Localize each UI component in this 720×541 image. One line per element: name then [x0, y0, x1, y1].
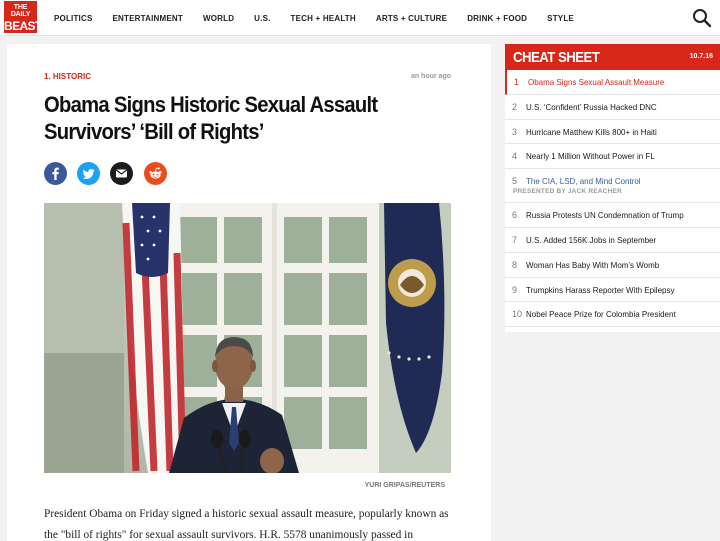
- item-headline: Woman Has Baby With Mom’s Womb: [526, 259, 660, 270]
- item-number: 9: [512, 284, 518, 295]
- cheat-sheet-item[interactable]: 7 U.S. Added 156K Jobs in September: [505, 228, 720, 253]
- item-headline: Hurricane Matthew Kills 800+ in Haiti: [526, 126, 657, 137]
- nav-item-us[interactable]: U.S.: [254, 14, 270, 23]
- item-number: 3: [512, 126, 518, 137]
- cheat-sheet-header[interactable]: CHEAT SHEET 10.7.16: [505, 44, 720, 70]
- search-icon[interactable]: [692, 8, 712, 28]
- item-headline: Russia Protests UN Condemnation of Trump: [526, 210, 684, 221]
- cheat-sheet-item[interactable]: 9 Trumpkins Harass Reporter With Epileps…: [505, 278, 720, 303]
- cheat-sheet-item[interactable]: 3 Hurricane Matthew Kills 800+ in Haiti: [505, 120, 720, 145]
- item-number: 10: [512, 309, 523, 320]
- nav-item-style[interactable]: STYLE: [547, 14, 574, 23]
- nav-item-drink-food[interactable]: DRINK + FOOD: [467, 14, 527, 23]
- item-number: 6: [512, 210, 518, 221]
- cheat-sheet-list: 1 Obama Signs Sexual Assault Measure 2 U…: [505, 70, 720, 328]
- cheat-sheet-title: CHEAT SHEET: [513, 49, 600, 66]
- article-card: 1. HISTORIC an hour ago Obama Signs Hist…: [7, 44, 491, 541]
- facebook-icon: [52, 167, 59, 180]
- twitter-share-button[interactable]: [77, 162, 100, 185]
- cheat-sheet-item[interactable]: 6 Russia Protests UN Condemnation of Tru…: [505, 203, 720, 228]
- item-number: 2: [512, 101, 518, 112]
- item-number: 8: [512, 259, 518, 270]
- twitter-icon: [82, 169, 95, 179]
- item-number: 4: [512, 151, 518, 162]
- article-headline: Obama Signs Historic Sexual Assault Surv…: [44, 92, 378, 144]
- email-share-button[interactable]: [110, 162, 133, 185]
- item-headline: The CIA, LSD, and Mind Control: [526, 176, 641, 187]
- facebook-share-button[interactable]: [44, 162, 67, 185]
- item-headline: U.S. Added 156K Jobs in September: [526, 234, 657, 245]
- article-kicker[interactable]: 1. HISTORIC: [44, 72, 91, 81]
- email-icon: [115, 169, 128, 178]
- item-headline: Nobel Peace Prize for Colombia President: [526, 309, 676, 320]
- daily-beast-logo[interactable]: THE DAILY BEAST: [4, 1, 42, 33]
- item-number: 5: [512, 176, 518, 187]
- item-headline: Obama Signs Sexual Assault Measure: [528, 77, 665, 87]
- article-timestamp: an hour ago: [410, 73, 451, 80]
- reddit-icon: [149, 167, 162, 179]
- cheat-sheet-item[interactable]: 2 U.S. ‘Confident’ Russia Hacked DNC: [505, 95, 720, 120]
- item-number: 7: [512, 234, 518, 245]
- article-photo: [44, 203, 451, 473]
- cheat-sheet-sponsored-item[interactable]: 5 The CIA, LSD, and Mind Control PRESENT…: [505, 169, 720, 204]
- cheat-sheet-item[interactable]: 4 Nearly 1 Million Without Power in FL: [505, 144, 720, 170]
- nav-item-tech-health[interactable]: TECH + HEALTH: [291, 14, 356, 23]
- cheat-sheet-item[interactable]: 8 Woman Has Baby With Mom’s Womb: [505, 253, 720, 278]
- item-number: 1: [514, 77, 520, 87]
- section-nav: POLITICS ENTERTAINMENT WORLD U.S. TECH +…: [54, 0, 594, 36]
- photo-credit: YURI GRIPAS/REUTERS: [364, 482, 445, 489]
- logo-line-1: THE DAILY: [10, 4, 31, 18]
- nav-item-politics[interactable]: POLITICS: [54, 14, 93, 23]
- item-headline: U.S. ‘Confident’ Russia Hacked DNC: [526, 101, 657, 112]
- item-headline: Nearly 1 Million Without Power in FL: [526, 151, 655, 162]
- cheat-sheet: CHEAT SHEET 10.7.16 1 Obama Signs Sexual…: [505, 44, 720, 332]
- item-headline: Trumpkins Harass Reporter With Epilepsy: [526, 284, 675, 295]
- sponsor-label: PRESENTED BY JACK REACHER: [513, 188, 622, 196]
- article-body: President Obama on Friday signed a histo…: [44, 508, 449, 541]
- cheat-sheet-item[interactable]: 1 Obama Signs Sexual Assault Measure: [505, 70, 720, 95]
- logo-line-2: BEAST: [4, 19, 42, 33]
- nav-item-entertainment[interactable]: ENTERTAINMENT: [113, 14, 183, 23]
- top-nav: THE DAILY BEAST POLITICS ENTERTAINMENT W…: [0, 0, 720, 36]
- reddit-share-button[interactable]: [144, 162, 167, 185]
- cheat-sheet-date: 10.7.16: [689, 53, 713, 60]
- nav-item-arts-culture[interactable]: ARTS + CULTURE: [376, 14, 447, 23]
- cheat-sheet-item[interactable]: 10 Nobel Peace Prize for Colombia Presid…: [505, 302, 720, 328]
- nav-item-world[interactable]: WORLD: [203, 14, 234, 23]
